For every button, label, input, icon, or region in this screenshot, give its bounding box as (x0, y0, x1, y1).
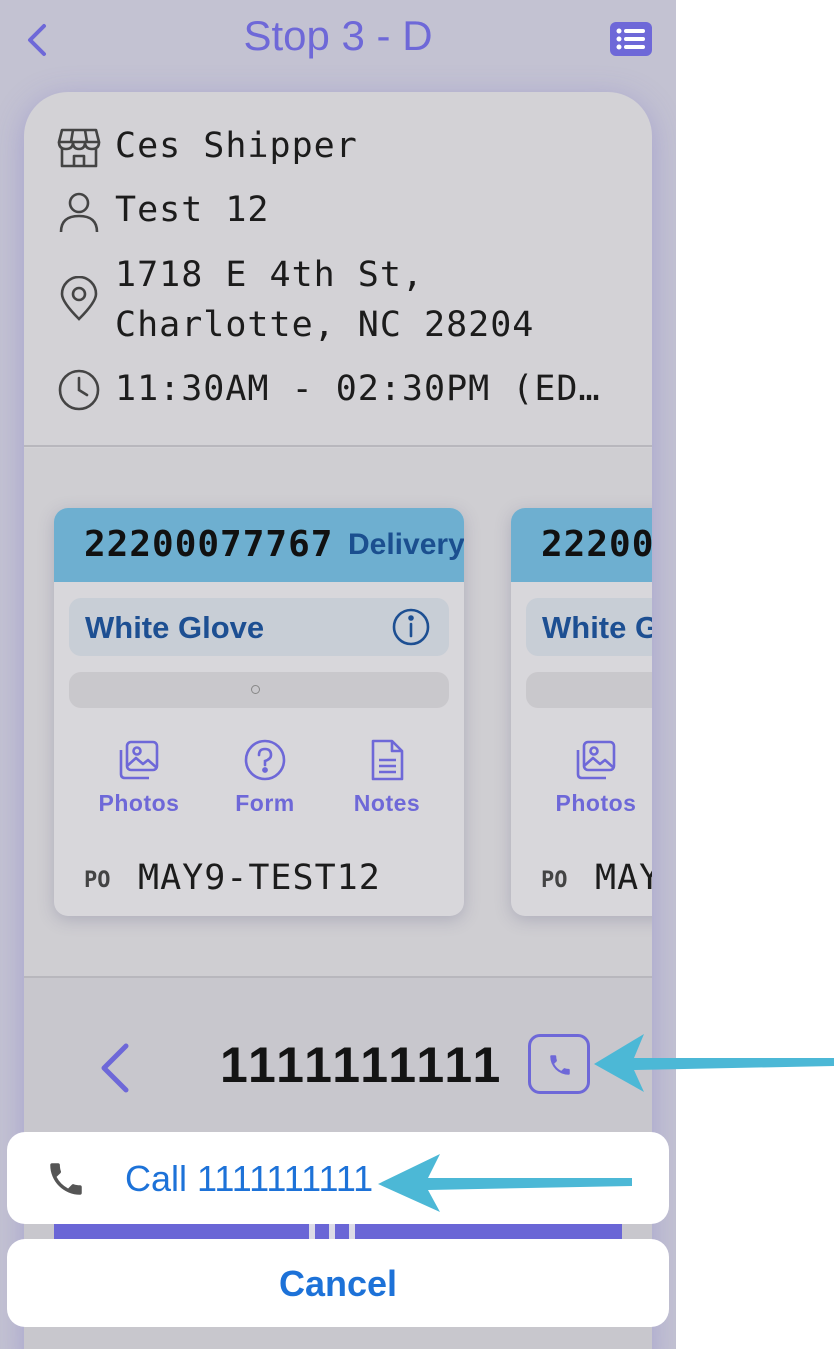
order-card[interactable]: 222000 White Gl Photos PO MAY2 (511, 508, 652, 916)
service-level: White Gl (526, 598, 652, 656)
time-window: 11:30AM - 02:30PM (ED… (115, 369, 601, 409)
order-header: 22200077767 Delivery (54, 508, 464, 582)
address-line2: Charlotte, NC 28204 (115, 305, 535, 345)
photos-icon (119, 740, 159, 780)
orders-carousel[interactable]: 22200077767 Delivery White Glove Photos … (24, 448, 652, 976)
photos-label: Photos (555, 790, 637, 816)
status-bar (69, 672, 449, 708)
photos-label: Photos (98, 790, 180, 816)
photos-button[interactable]: Photos (541, 738, 651, 828)
order-number: 222000 (541, 524, 652, 565)
question-icon (244, 739, 286, 781)
service-label: White Glove (85, 610, 265, 645)
contact-name: Test 12 (115, 190, 270, 230)
form-label: Form (235, 790, 295, 816)
app-screen: Stop 3 - D Ces Shipper Test 12 1718 E 4t… (0, 0, 676, 1349)
photos-button[interactable]: Photos (84, 738, 194, 828)
cancel-button[interactable]: Cancel (7, 1239, 669, 1327)
call-button[interactable] (528, 1034, 590, 1094)
loading-icon (251, 685, 260, 694)
po-label: PO (84, 868, 111, 893)
top-bar: Stop 3 - D (0, 0, 676, 82)
notes-label: Notes (353, 790, 421, 816)
notes-button[interactable]: Notes (332, 738, 442, 828)
order-type: Delivery (348, 528, 464, 561)
order-card[interactable]: 22200077767 Delivery White Glove Photos … (54, 508, 464, 916)
call-number-label: Call 1111111111 (125, 1158, 374, 1199)
document-icon (371, 739, 404, 781)
person-icon (56, 189, 102, 235)
service-label: White Gl (542, 610, 652, 645)
po-value: MAY9-TEST12 (138, 858, 381, 898)
location-pin-icon (56, 275, 102, 322)
clock-icon (56, 367, 102, 413)
status-bar (526, 672, 652, 708)
order-header: 222000 (511, 508, 652, 582)
divider (24, 445, 652, 447)
phone-icon (550, 1055, 570, 1075)
info-icon[interactable] (391, 607, 431, 647)
address-line1: 1718 E 4th St, (115, 255, 425, 295)
contact-phone-number: 1111111111 (220, 1037, 504, 1093)
service-level: White Glove (69, 598, 449, 656)
po-label: PO (541, 868, 568, 893)
page-title: Stop 3 - D (243, 12, 433, 59)
phone-icon (45, 1158, 87, 1200)
list-icon[interactable] (608, 20, 654, 58)
annotation-arrow-icon (378, 1154, 632, 1212)
order-number: 22200077767 (84, 524, 334, 565)
po-value: MAY2 (595, 858, 652, 898)
photos-icon (576, 740, 616, 780)
shipper-name: Ces Shipper (115, 126, 358, 166)
form-button[interactable]: Form (210, 738, 320, 828)
storefront-icon (56, 124, 102, 170)
annotation-arrow-icon (594, 1034, 834, 1092)
cancel-label: Cancel (278, 1263, 398, 1304)
chevron-left-icon[interactable] (96, 1040, 136, 1096)
